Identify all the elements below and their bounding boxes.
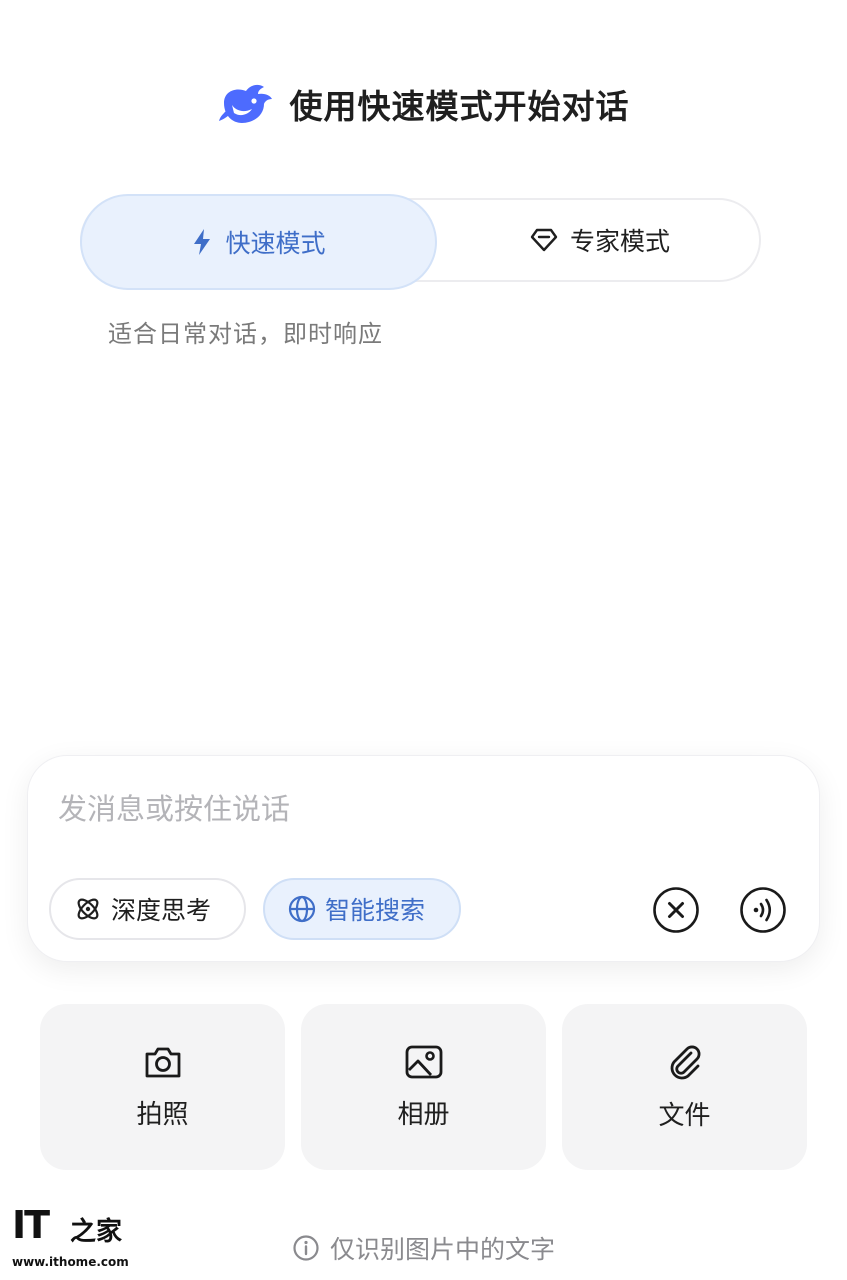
camera-label: 拍照 [136, 1099, 189, 1130]
fast-mode-label: 快速模式 [225, 229, 326, 258]
lightning-icon [194, 229, 211, 255]
ocr-notice-text: 仅识别图片中的文字 [329, 1235, 555, 1264]
expert-mode-label: 专家模式 [569, 227, 670, 256]
voice-button[interactable] [739, 886, 787, 934]
diamond-icon [530, 228, 558, 252]
atom-icon [77, 898, 99, 920]
info-icon [293, 1235, 319, 1261]
mode-switch: 快速模式 专家模式 [80, 194, 763, 290]
smart-search-label: 智能搜索 [325, 896, 426, 925]
close-circle-icon [653, 887, 699, 933]
globe-icon [288, 895, 316, 923]
page-header: 使用快速模式开始对话 [0, 76, 847, 132]
app-screen: 使用快速模式开始对话 快速模式 专家模式 适合日常对话，即时响应 发消息或按住说… [0, 0, 847, 1280]
photo-album-icon [405, 1045, 442, 1078]
whale-logo-icon [218, 84, 272, 123]
paperclip-icon [670, 1045, 700, 1079]
album-label: 相册 [397, 1099, 450, 1130]
camera-icon [145, 1047, 180, 1077]
ithome-watermark: IT 之家 www.ithome.com [12, 1203, 130, 1273]
page-title: 使用快速模式开始对话 [289, 87, 630, 126]
camera-action[interactable]: 拍照 [40, 1004, 285, 1170]
watermark-glyph: 之家 [70, 1217, 123, 1247]
expert-mode-tab[interactable]: 专家模式 [437, 200, 763, 280]
deep-think-label: 深度思考 [111, 896, 212, 925]
deep-think-toggle[interactable]: 深度思考 [49, 878, 246, 940]
watermark-brand: IT [12, 1203, 50, 1247]
clear-button[interactable] [652, 886, 700, 934]
smart-search-toggle[interactable]: 智能搜索 [263, 878, 461, 940]
message-composer: 深度思考 智能搜索 [27, 755, 820, 962]
fast-mode-tab[interactable]: 快速模式 [80, 194, 437, 290]
message-input[interactable] [58, 784, 778, 834]
album-action[interactable]: 相册 [301, 1004, 546, 1170]
mode-description: 适合日常对话，即时响应 [108, 320, 383, 348]
watermark-url: www.ithome.com [12, 1255, 129, 1269]
file-label: 文件 [658, 1100, 711, 1131]
file-action[interactable]: 文件 [562, 1004, 807, 1170]
voice-wave-icon [740, 887, 786, 933]
